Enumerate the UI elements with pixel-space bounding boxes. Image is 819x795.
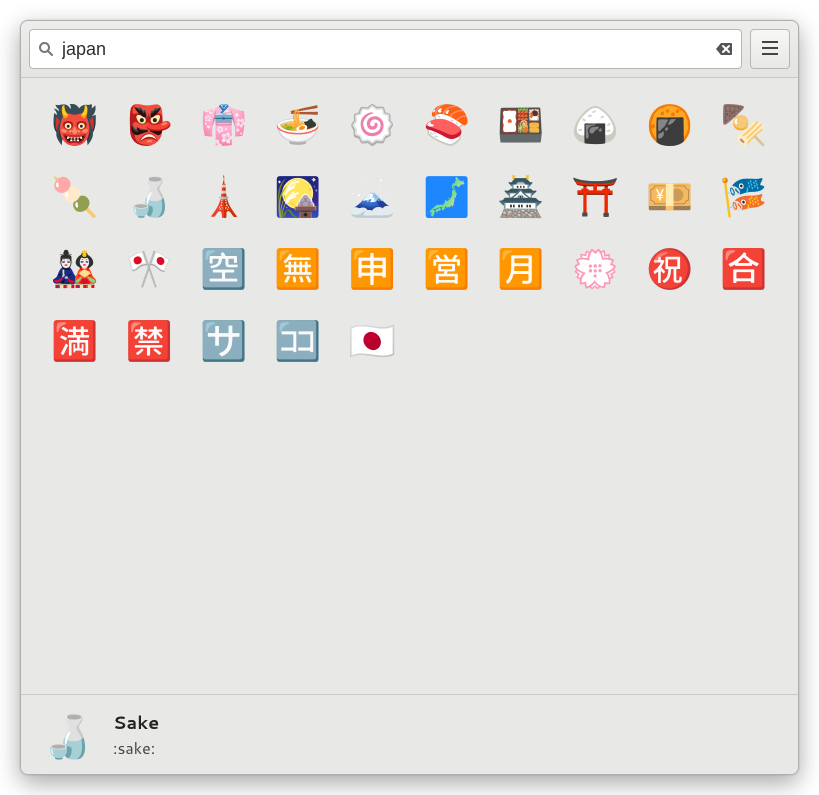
emoji-kimono[interactable]: 👘 [196, 96, 252, 152]
emoji-fish-cake[interactable]: 🍥 [344, 96, 400, 152]
emoji-shinto-shrine[interactable]: ⛩️ [567, 168, 623, 224]
emoji-japanese-ogre[interactable]: 👹 [47, 96, 103, 152]
emoji-picker-window: 👹 👺 👘 🍜 🍥 🍣 🍱 🍙 🍘 🍢 🍡 🍶 🗼 🎑 🗻 🗾 🏯 ⛩️ 💴 🎏 🎎 🎌 🈳 🈚 🈸 🈺 🈷️ 💮 ㊗️ 🈴 🈵 🈲 🈂️ 🈁 🇯🇵… [20, 20, 799, 775]
emoji-ja-application[interactable]: 🈸 [344, 240, 400, 296]
emoji-dango[interactable]: 🍡 [47, 168, 103, 224]
emoji-ja-passing-grade[interactable]: 🈴 [716, 240, 772, 296]
emoji-ja-no-vacancy[interactable]: 🈵 [47, 312, 103, 368]
emoji-tokyo-tower[interactable]: 🗼 [196, 168, 252, 224]
emoji-ja-service-charge[interactable]: 🈂️ [196, 312, 252, 368]
selected-emoji-shortcode: :sake: [113, 737, 159, 760]
selected-emoji-footer: 🍶 Sake :sake: [21, 694, 798, 774]
emoji-sake[interactable]: 🍶 [121, 168, 177, 224]
selected-emoji-preview: 🍶 [41, 714, 95, 756]
emoji-flag-japan[interactable]: 🇯🇵 [344, 312, 400, 368]
emoji-ramen[interactable]: 🍜 [270, 96, 326, 152]
emoji-bento[interactable]: 🍱 [493, 96, 549, 152]
emoji-moon-viewing[interactable]: 🎑 [270, 168, 326, 224]
emoji-grid: 👹 👺 👘 🍜 🍥 🍣 🍱 🍙 🍘 🍢 🍡 🍶 🗼 🎑 🗻 🗾 🏯 ⛩️ 💴 🎏 🎎 🎌 🈳 🈚 🈸 🈺 🈷️ 💮 ㊗️ 🈴 🈵 🈲 🈂️ 🈁 🇯🇵 [47, 96, 772, 368]
emoji-japan-map[interactable]: 🗾 [419, 168, 475, 224]
menu-button[interactable] [750, 29, 790, 69]
emoji-ja-prohibited[interactable]: 🈲 [121, 312, 177, 368]
emoji-mount-fuji[interactable]: 🗻 [344, 168, 400, 224]
emoji-ja-vacancy[interactable]: 🈳 [196, 240, 252, 296]
emoji-ja-free-of-charge[interactable]: 🈚 [270, 240, 326, 296]
emoji-yen-banknote[interactable]: 💴 [642, 168, 698, 224]
emoji-ja-here[interactable]: 🈁 [270, 312, 326, 368]
hamburger-icon [762, 38, 778, 61]
selected-emoji-name: Sake [113, 709, 159, 735]
emoji-ja-congratulations[interactable]: ㊗️ [642, 240, 698, 296]
emoji-oden[interactable]: 🍢 [716, 96, 772, 152]
search-field[interactable] [29, 29, 742, 69]
emoji-sushi[interactable]: 🍣 [419, 96, 475, 152]
emoji-rice-ball[interactable]: 🍙 [567, 96, 623, 152]
search-icon [38, 41, 54, 57]
emoji-ja-open-for-business[interactable]: 🈺 [419, 240, 475, 296]
search-input[interactable] [60, 38, 715, 61]
emoji-grid-area: 👹 👺 👘 🍜 🍥 🍣 🍱 🍙 🍘 🍢 🍡 🍶 🗼 🎑 🗻 🗾 🏯 ⛩️ 💴 🎏 🎎 🎌 🈳 🈚 🈸 🈺 🈷️ 💮 ㊗️ 🈴 🈵 🈲 🈂️ 🈁 🇯🇵 [21, 78, 798, 694]
emoji-carp-streamer[interactable]: 🎏 [716, 168, 772, 224]
clear-search-icon[interactable] [715, 40, 733, 58]
emoji-white-flower[interactable]: 💮 [567, 240, 623, 296]
emoji-japanese-dolls[interactable]: 🎎 [47, 240, 103, 296]
emoji-rice-cracker[interactable]: 🍘 [642, 96, 698, 152]
emoji-crossed-flags[interactable]: 🎌 [121, 240, 177, 296]
emoji-japanese-castle[interactable]: 🏯 [493, 168, 549, 224]
emoji-japanese-goblin[interactable]: 👺 [121, 96, 177, 152]
emoji-ja-monthly[interactable]: 🈷️ [493, 240, 549, 296]
selected-emoji-meta: Sake :sake: [113, 709, 159, 760]
header-bar [21, 21, 798, 78]
